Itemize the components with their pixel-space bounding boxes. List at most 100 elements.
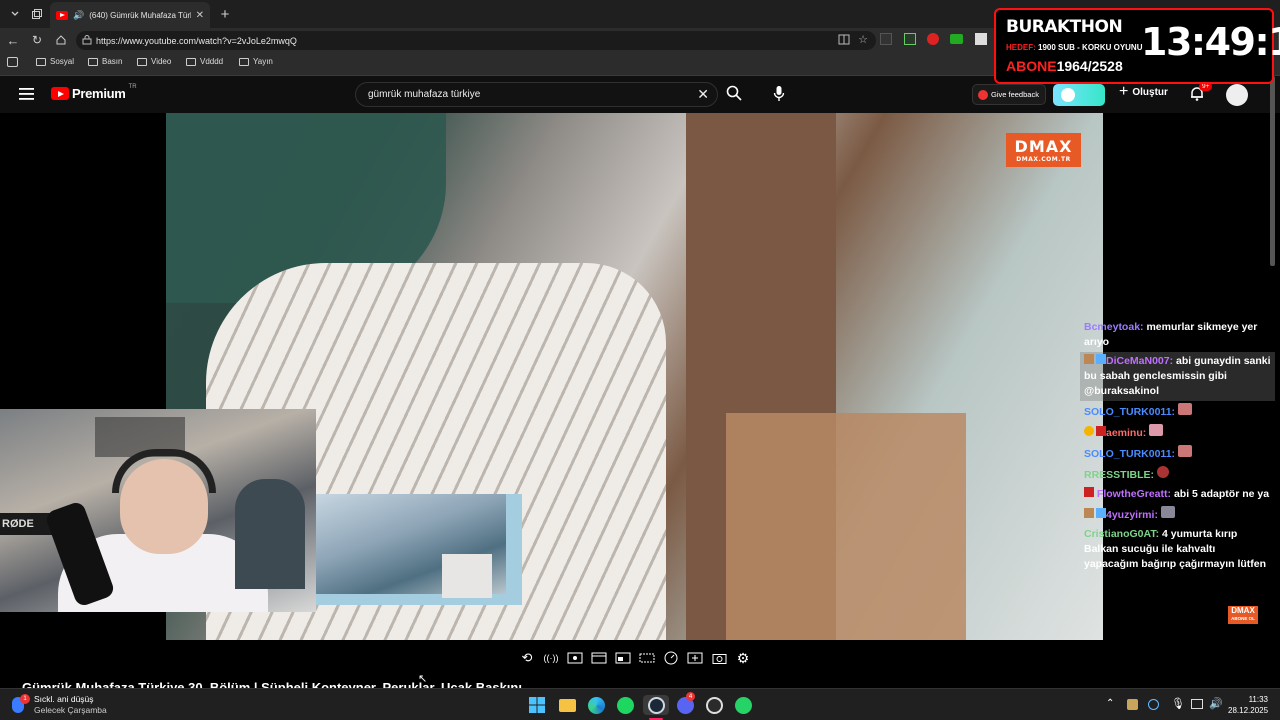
badge-icon [1084, 487, 1094, 497]
chat-message: DiCeMaN007: abi gunaydin sanki bu sabah … [1080, 352, 1275, 401]
screen-view-button[interactable] [566, 650, 584, 666]
chat-username: aeminu: [1106, 427, 1147, 439]
camera-icon [712, 654, 726, 664]
reload-button[interactable]: ↻ [26, 30, 48, 50]
clock-time: 11:33 [1248, 695, 1268, 704]
add-clip-button[interactable] [686, 650, 704, 666]
discord-badge: 4 [686, 692, 695, 701]
search-button[interactable] [726, 85, 742, 106]
loop-button[interactable]: ⟲ [518, 650, 536, 666]
bookmark-folder-basin[interactable]: Basın [88, 57, 122, 66]
new-tab-button[interactable]: + [214, 4, 236, 24]
tray-app-icon-1[interactable] [1127, 699, 1138, 710]
close-tab-icon[interactable]: ✕ [196, 10, 204, 21]
broadcast-button[interactable]: ((·)) [542, 650, 560, 666]
create-label: Oluştur [1132, 86, 1168, 98]
create-button[interactable]: + Oluştur [1119, 83, 1168, 100]
film-button[interactable] [590, 650, 608, 666]
reading-list-icon[interactable] [7, 57, 18, 67]
bookmark-folder-vdddd[interactable]: Vdddd [186, 57, 223, 66]
weather-subtitle: Gelecek Çarşamba [34, 705, 107, 715]
tray-sync-icon[interactable] [1148, 699, 1159, 710]
split-screen-icon[interactable] [838, 34, 850, 47]
tab-list-button[interactable] [4, 4, 26, 24]
scrollbar[interactable] [1270, 76, 1275, 266]
watermark-text: DMAX [1231, 606, 1255, 615]
mic-brand-label: RØDE [2, 518, 34, 530]
badge-icon [1096, 426, 1106, 436]
extension-icon-1[interactable] [880, 33, 892, 45]
microphone-icon [773, 86, 785, 101]
chat-username: DiCeMaN007: [1106, 355, 1174, 367]
dmax-logo: DMAX DMAX.COM.TR [1006, 133, 1081, 167]
search-icon [726, 85, 742, 101]
emote-icon [1177, 445, 1192, 457]
start-button[interactable] [527, 695, 547, 715]
extension-toggle-button[interactable] [1053, 84, 1105, 106]
tray-overflow-icon[interactable]: ⌃ [1106, 698, 1114, 709]
emote-icon [1156, 466, 1169, 478]
badge-icon [1096, 508, 1106, 518]
chat-text: abi 5 adaptör ne ya [1173, 488, 1270, 500]
theater-icon [639, 653, 655, 663]
search-input[interactable]: gümrük muhafaza türkiye ✕ [355, 82, 718, 107]
extension-icon-3[interactable] [927, 33, 939, 45]
give-feedback-button[interactable]: Give feedback [972, 84, 1046, 105]
extension-icon-5[interactable] [975, 33, 987, 45]
badge-icon [1084, 508, 1094, 518]
discord-button[interactable]: 4 [675, 692, 695, 715]
port-image-overlay [316, 494, 522, 605]
whatsapp-icon [734, 696, 752, 714]
voice-search-button[interactable] [773, 85, 785, 107]
picture-in-picture-button[interactable] [614, 650, 632, 666]
spotify-button[interactable] [615, 695, 635, 715]
address-bar[interactable]: https://www.youtube.com/watch?v=2vJoLe2m… [76, 31, 876, 50]
back-button[interactable]: ← [2, 30, 24, 50]
edge-button[interactable] [586, 695, 606, 715]
tray-microphone-icon[interactable]: 🎙 [1171, 697, 1185, 710]
tab-title: (640) Gümrük Muhafaza Türkiye [89, 10, 190, 20]
bookmark-folder-video[interactable]: Video [137, 57, 171, 66]
screenshot-button[interactable] [710, 650, 728, 666]
stream-overlay-panel: BURAKTHON HEDEF: 1900 SUB - KORKU OYUNU … [994, 8, 1280, 84]
add-clip-icon [687, 652, 703, 664]
extension-icon-4[interactable] [950, 34, 963, 44]
bookmark-folder-sosyal[interactable]: Sosyal [36, 57, 74, 66]
chat-overlay: Bcmeytoak: memurlar sikmeye yer arıyo Di… [1080, 318, 1275, 574]
gear-icon: ⚙ [736, 649, 750, 666]
network-icon[interactable] [1191, 699, 1203, 709]
menu-button[interactable] [19, 87, 34, 106]
workspaces-button[interactable] [26, 4, 48, 24]
theater-button[interactable] [638, 650, 656, 666]
plus-icon: + [1119, 83, 1129, 100]
subs-value: 1964/2528 [1056, 58, 1123, 74]
home-button[interactable] [50, 30, 72, 50]
chat-message: CristianoG0AT: 4 yumurta kırıp Balkan su… [1080, 525, 1275, 574]
speaker-icon[interactable]: 🔊 [73, 10, 84, 21]
chat-message: Bcmeytoak: memurlar sikmeye yer arıyo [1080, 318, 1275, 352]
file-explorer-button[interactable] [557, 695, 577, 715]
extension-icon-2[interactable] [904, 33, 916, 45]
settings-button[interactable]: ⚙ [734, 650, 752, 666]
home-icon [56, 35, 66, 45]
feedback-icon [978, 89, 988, 100]
clock[interactable]: 11:33 28.12.2025 [1228, 694, 1268, 716]
weather-badge: 1 [20, 694, 30, 704]
bookmark-label: Yayın [253, 57, 273, 66]
clear-search-icon[interactable]: ✕ [697, 86, 709, 103]
volume-icon[interactable]: 🔊 [1209, 697, 1223, 710]
site-info-icon[interactable] [82, 35, 92, 47]
favorite-star-icon[interactable]: ☆ [858, 33, 868, 46]
browser-tab-active[interactable]: 🔊 (640) Gümrük Muhafaza Türkiye ✕ [50, 2, 210, 28]
youtube-logo[interactable]: Premium TR [51, 84, 137, 101]
steam-button[interactable] [643, 695, 669, 715]
obs-button[interactable] [704, 695, 724, 715]
speed-button[interactable] [662, 650, 680, 666]
avatar[interactable] [1226, 84, 1248, 106]
video-title: Gümrük Muhafaza Türkiye 30. Bölüm | Şüph… [22, 680, 522, 688]
mouse-cursor-icon: ↖ [418, 673, 428, 685]
bookmark-folder-yayin[interactable]: Yayın [239, 57, 273, 66]
subs-label: ABONE [1006, 58, 1057, 74]
notifications-button[interactable]: 9+ [1190, 82, 1213, 106]
whatsapp-button[interactable] [733, 695, 753, 715]
